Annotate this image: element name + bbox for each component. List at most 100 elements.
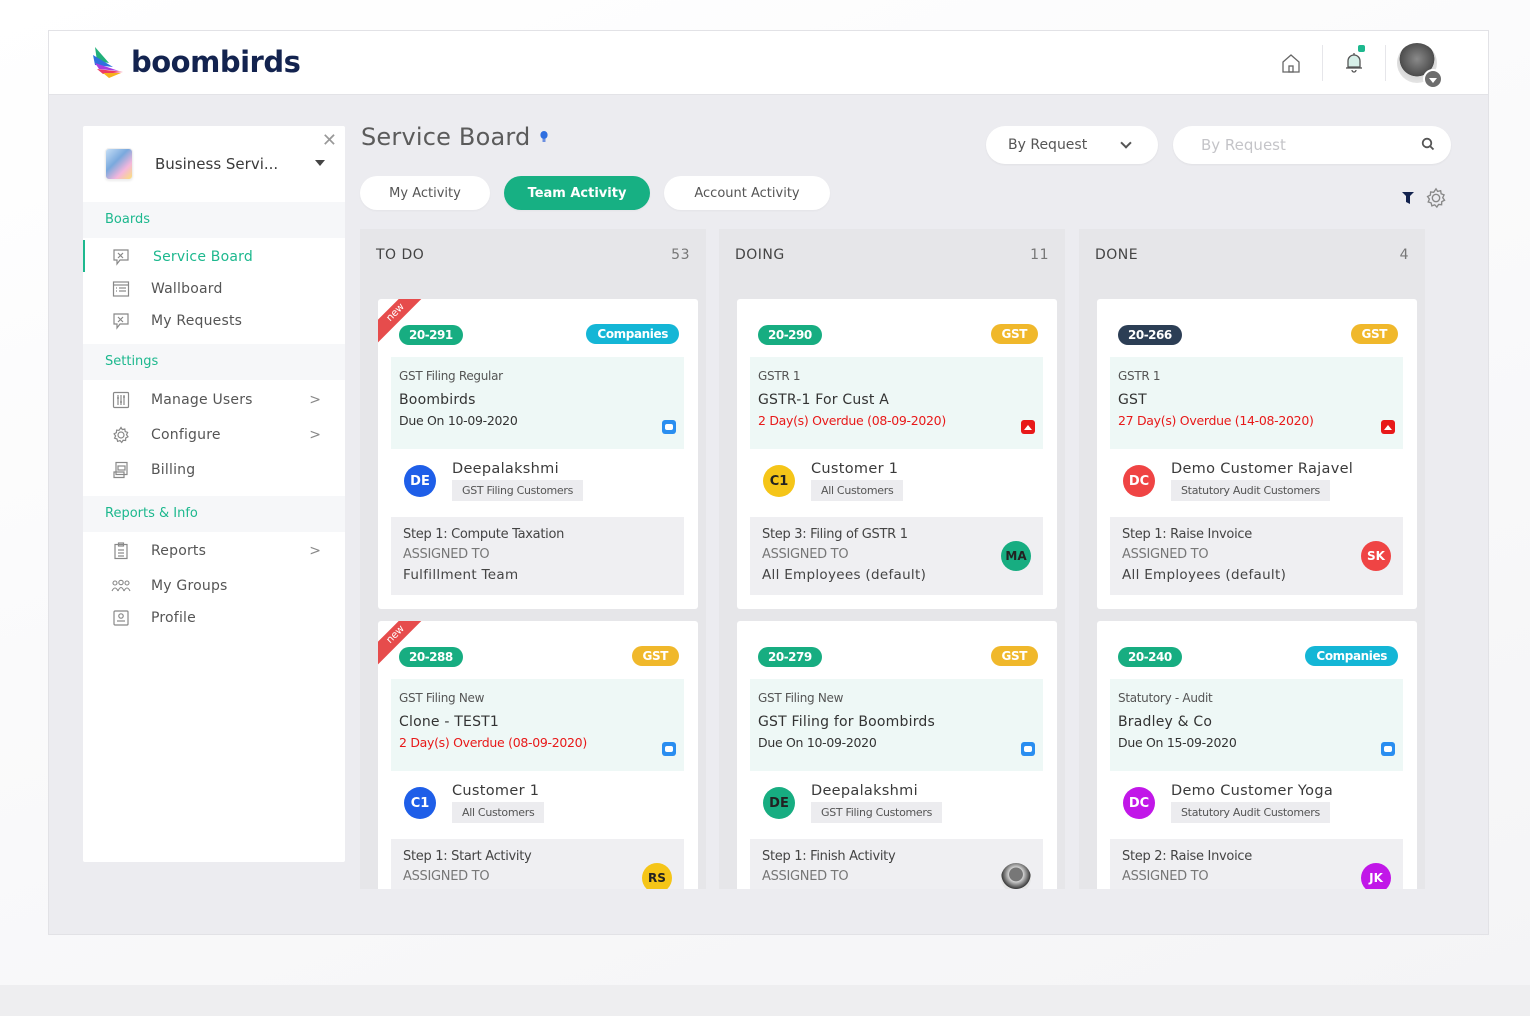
assignee-avatar[interactable]: JK <box>1361 863 1391 889</box>
sliders-icon <box>111 390 131 410</box>
assignee-avatar[interactable]: SK <box>1361 541 1391 571</box>
customer-name[interactable]: Deepalakshmi <box>452 461 583 477</box>
sidebar-item-service-board[interactable]: Service Board <box>83 240 345 272</box>
column-scroll-area[interactable]: 20-290 GST GSTR 1 GSTR-1 For Cust A 2 Da… <box>719 289 1065 889</box>
tab-account-activity[interactable]: Account Activity <box>664 176 830 210</box>
bulb-icon[interactable] <box>540 131 549 143</box>
brand-logo[interactable]: boombirds <box>91 45 301 79</box>
settings-gear-icon[interactable] <box>1425 187 1447 209</box>
home-button[interactable] <box>1260 31 1322 95</box>
request-id-badge[interactable]: 20-291 <box>399 325 463 345</box>
user-menu[interactable] <box>1386 31 1448 95</box>
service-card[interactable]: 20-266 GST GSTR 1 GST 27 Day(s) Overdue … <box>1097 299 1417 609</box>
customer-info: C1 Customer 1 All Customers <box>763 461 904 501</box>
filter-by-select[interactable]: By Request <box>986 126 1158 164</box>
sidebar-item-manage-users[interactable]: Manage Users > <box>83 385 345 415</box>
assignee-avatar[interactable]: MA <box>1001 541 1031 571</box>
search-icon[interactable] <box>1421 137 1435 151</box>
workflow-step: Step 3: Filing of GSTR 1 ASSIGNED TO All… <box>750 517 1043 595</box>
sidebar-item-profile[interactable]: Profile <box>83 603 345 633</box>
card-title: GSTR-1 For Cust A <box>758 392 890 408</box>
chevron-down-icon <box>1120 137 1132 149</box>
section-boards: Boards <box>83 202 345 238</box>
due-date: Due On 15-09-2020 <box>1118 735 1237 750</box>
card-title: Boombirds <box>399 392 476 408</box>
sidebar-item-wallboard[interactable]: Wallboard <box>83 274 345 304</box>
sidebar-item-my-requests[interactable]: My Requests <box>83 306 345 336</box>
customer-name[interactable]: Customer 1 <box>811 461 903 477</box>
service-type: GSTR 1 <box>1118 369 1161 383</box>
customer-name[interactable]: Deepalakshmi <box>811 783 942 799</box>
request-id-badge[interactable]: 20-266 <box>1118 325 1182 345</box>
tab-my-activity[interactable]: My Activity <box>360 176 490 210</box>
customer-avatar: DC <box>1123 787 1155 819</box>
due-date: Due On 10-09-2020 <box>758 735 877 750</box>
sidebar-item-reports[interactable]: Reports > <box>83 536 345 566</box>
tab-team-activity[interactable]: Team Activity <box>504 176 650 210</box>
section-settings: Settings <box>83 344 345 380</box>
request-id-badge[interactable]: 20-290 <box>758 325 822 345</box>
card-title: GST Filing for Boombirds <box>758 714 935 730</box>
request-id-badge[interactable]: 20-288 <box>399 647 463 667</box>
caret-down-icon[interactable] <box>315 160 325 166</box>
filter-icon[interactable] <box>1401 191 1415 205</box>
user-avatar[interactable] <box>1397 43 1443 89</box>
assigned-to: All Employees (default) <box>1122 567 1287 583</box>
assigned-to: All Employees (default) <box>762 567 927 583</box>
assignee-avatar[interactable]: RS <box>642 863 672 889</box>
sidebar-item-my-groups[interactable]: My Groups <box>83 571 345 601</box>
service-card[interactable]: 20-290 GST GSTR 1 GSTR-1 For Cust A 2 Da… <box>737 299 1057 609</box>
customer-name[interactable]: Demo Customer Rajavel <box>1171 461 1353 477</box>
card-title: GST <box>1118 392 1147 408</box>
step-name: Step 3: Filing of GSTR 1 <box>762 527 908 542</box>
column-count: 11 <box>1030 247 1049 263</box>
card-summary: GSTR 1 GSTR-1 For Cust A 2 Day(s) Overdu… <box>750 357 1043 449</box>
customer-avatar: DE <box>404 465 436 497</box>
org-switcher[interactable]: Business Servi... <box>105 148 325 180</box>
column-title: DOING <box>735 247 785 263</box>
calendar-icon[interactable] <box>662 742 676 756</box>
customer-name[interactable]: Customer 1 <box>452 783 544 799</box>
service-card[interactable]: new 20-291 Companies GST Filing Regular … <box>378 299 698 609</box>
clipboard-icon <box>111 541 131 561</box>
search-input[interactable] <box>1201 126 1421 164</box>
column-scroll-area[interactable]: 20-266 GST GSTR 1 GST 27 Day(s) Overdue … <box>1079 289 1425 889</box>
priority-up-icon[interactable] <box>1381 420 1395 434</box>
priority-up-icon[interactable] <box>1021 420 1035 434</box>
service-icon <box>111 247 131 267</box>
customer-avatar: C1 <box>404 787 436 819</box>
top-bar: boombirds <box>49 31 1488 95</box>
sidebar-item-label: Configure <box>151 427 221 443</box>
sidebar-item-configure[interactable]: Configure > <box>83 420 345 450</box>
request-id-badge[interactable]: 20-279 <box>758 647 822 667</box>
calendar-icon[interactable] <box>662 420 676 434</box>
request-id-badge[interactable]: 20-240 <box>1118 647 1182 667</box>
notifications-button[interactable] <box>1323 31 1385 95</box>
wallboard-icon <box>111 279 131 299</box>
card-summary: GST Filing New GST Filing for Boombirds … <box>750 679 1043 771</box>
workflow-step: Step 1: Start Activity ASSIGNED TO RS <box>391 839 684 889</box>
section-reports-info: Reports & Info <box>83 496 345 532</box>
service-card[interactable]: new 20-288 GST GST Filing New Clone - TE… <box>378 621 698 889</box>
org-logo <box>105 148 133 180</box>
calendar-icon[interactable] <box>1021 742 1035 756</box>
assigned-label: ASSIGNED TO <box>403 869 490 884</box>
sidebar-item-billing[interactable]: Billing <box>83 455 345 485</box>
step-name: Step 1: Start Activity <box>403 849 532 864</box>
board-column: DOING 11 20-290 GST GSTR 1 GSTR-1 For Cu… <box>719 229 1065 889</box>
assignee-avatar[interactable] <box>1001 863 1031 889</box>
customer-name[interactable]: Demo Customer Yoga <box>1171 783 1333 799</box>
service-card[interactable]: 20-279 GST GST Filing New GST Filing for… <box>737 621 1057 889</box>
customer-info: DC Demo Customer Rajavel Statutory Audit… <box>1123 461 1353 501</box>
column-scroll-area[interactable]: new 20-291 Companies GST Filing Regular … <box>360 289 706 889</box>
sidebar-item-label: My Requests <box>151 313 243 329</box>
category-tag: Companies <box>1305 646 1398 666</box>
step-name: Step 1: Raise Invoice <box>1122 527 1252 542</box>
caret-down-icon[interactable] <box>1423 69 1443 89</box>
chevron-right-icon: > <box>309 427 321 443</box>
service-card[interactable]: 20-240 Companies Statutory - Audit Bradl… <box>1097 621 1417 889</box>
customer-avatar: DE <box>763 787 795 819</box>
calendar-icon[interactable] <box>1381 742 1395 756</box>
gear-icon <box>111 425 131 445</box>
page-footer-band <box>0 985 1530 1016</box>
